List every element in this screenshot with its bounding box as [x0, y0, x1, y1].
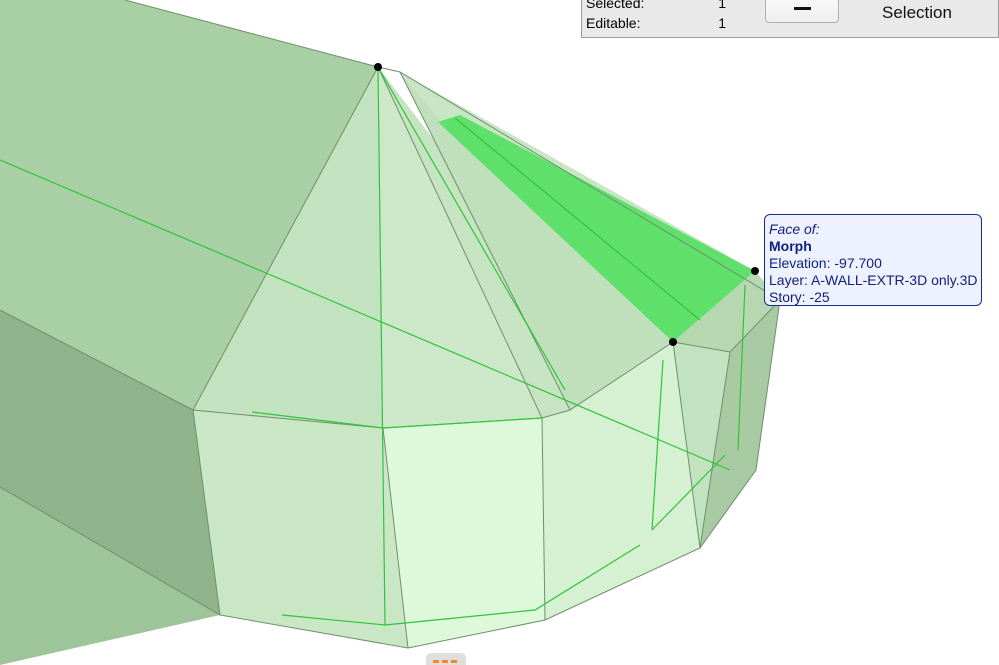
wall-face-2[interactable] — [383, 418, 545, 648]
selected-value: 1 — [718, 0, 726, 11]
remove-selection-button[interactable] — [765, 0, 839, 23]
editable-row: Editable: 1 — [586, 13, 736, 33]
selection-label: Selection — [882, 3, 952, 22]
node-point-icon[interactable] — [669, 338, 677, 346]
palette-tab[interactable] — [426, 653, 466, 665]
tooltip-element-type: Morph — [769, 238, 812, 254]
wall-face-1[interactable] — [193, 410, 408, 648]
tooltip-header: Face of: — [769, 221, 820, 237]
node-point-icon[interactable] — [374, 63, 382, 71]
3d-viewport[interactable]: Selected: 1 Editable: 1 Selection Face o… — [0, 0, 999, 665]
tooltip-story: Story: -25 — [769, 289, 830, 305]
morph-3d-scene[interactable] — [0, 0, 999, 665]
editable-label: Editable: — [586, 15, 641, 31]
face-info-tooltip: Face of: Morph Elevation: -97.700 Layer:… — [764, 214, 982, 306]
selected-row: Selected: 1 — [586, 0, 736, 13]
tooltip-elevation: Elevation: -97.700 — [769, 255, 882, 271]
editable-value: 1 — [718, 15, 726, 31]
minus-icon — [794, 7, 811, 10]
node-point-icon[interactable] — [751, 267, 759, 275]
tooltip-layer: Layer: A-WALL-EXTR-3D only.3D — [769, 272, 978, 288]
palette-tab-icon — [433, 660, 459, 663]
selection-info-palette: Selected: 1 Editable: 1 Selection — [581, 0, 999, 38]
selection-counts: Selected: 1 Editable: 1 — [586, 0, 736, 33]
selected-label: Selected: — [586, 0, 645, 11]
